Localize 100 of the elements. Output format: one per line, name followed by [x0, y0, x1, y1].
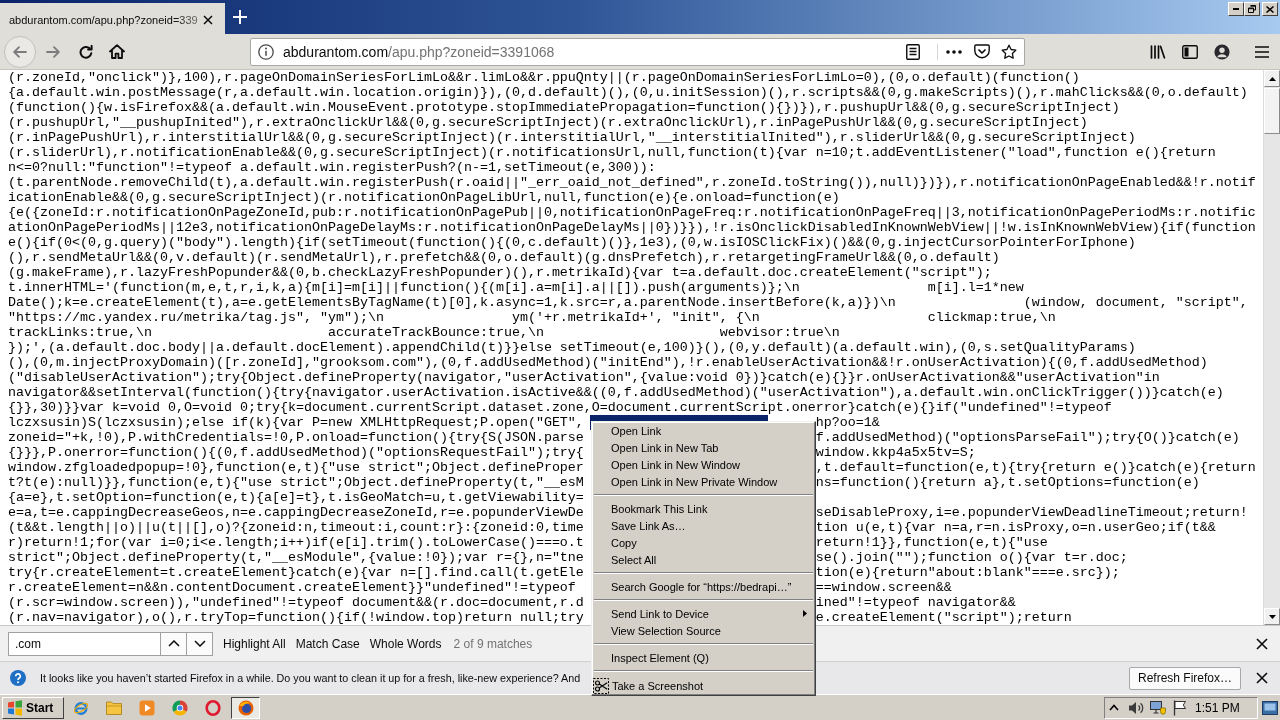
code-line: (r.zoneId,"onclick")},100),r.pageOnDomainSeriesForLimLo&&r.limLo&&r.ppuQnty||(r.pageOnDomainSeriesForLimLo=0),(0,o.default)(function() [8, 70, 1081, 85]
info-icon[interactable] [258, 43, 274, 60]
globe-icon [237, 699, 254, 716]
code-line: Date();k=e.createElement(t),a=e.getElementsByTagName(t)[0],k.async=1,k.src=r,a.parentNode.insertBefore(k,a)})\n (window, document, "script", [8, 295, 1249, 310]
url-text: abdurantom.com/apu.php?zoneid=3391068 [283, 43, 555, 60]
chevron-up-icon[interactable] [1109, 704, 1119, 711]
code-line: strict";Object.defineProperty(t,"__esModule",{value:!0});var r={},n="tne [8, 550, 584, 565]
scissors-icon [593, 677, 609, 694]
flag-icon[interactable] [1173, 699, 1187, 716]
menu-item[interactable]: Inspect Element (Q) [592, 649, 815, 666]
menu-item[interactable]: View Selection Source [592, 622, 815, 639]
code-line: (r.inPagePushUrl),r.interstitialUrl&&(0,g.secureScriptInject)(r.interstitialUrl,"__interstitialInited"),r.sliderUrl&&(0,g.secureScriptInject) [8, 130, 1137, 145]
code-line: seDisableProxy,i=e.popunderViewDeadlineTimeout;return! [815, 505, 1249, 520]
chevron-up-icon [167, 640, 180, 647]
code-line: (t&&t.length||o)||u(t||[],o)?{zoneid:n,timeout:i,count:r}:{zoneid:0,time [8, 520, 584, 535]
code-line: (r.sliderUrl),r.notificationEnable&&(0,g.secureScriptInject)(r.notificationsUrl,null,function(t){var n=10;t.addEventListener("load",function e(){return [8, 145, 1217, 160]
close-icon[interactable] [203, 14, 213, 25]
next-match-button[interactable] [187, 631, 213, 656]
close-icon [1266, 5, 1274, 13]
restore-icon [1248, 5, 1256, 13]
code-line: se().join("");function o(){var t=r.doc; [815, 550, 1129, 565]
monitor-icon[interactable] [1150, 700, 1166, 715]
code-line: ns=function(){return a},t.setOptions=function(e) [815, 475, 1201, 490]
four-pane-logo-icon [7, 699, 23, 716]
menu-item[interactable]: Search Google for “https://bedrapi…” [592, 578, 815, 595]
menu-item[interactable]: Open Link in New Private Window [592, 473, 815, 490]
taskbar-button[interactable] [231, 696, 260, 719]
menu-item[interactable]: Open Link in New Tab [592, 439, 815, 456]
chevron-shield-icon[interactable] [974, 44, 990, 59]
code-line: r.createElement=n&&n.contentDocument.createElement}}"undefined"!=typeof [8, 580, 577, 595]
code-line: ationOnPagePeriodMs||12e3,notificationOnPageDelayMs:r.notificationOnPageDelayMs||0})}}),!r.isOnclickDisabledInKnownWebView||!w.isInKnownWebView){if(function [8, 220, 1257, 235]
code-line: (r.nav=navigator),o(),r.tryTop=function(){if(!window.top)return null;try [8, 610, 584, 625]
refresh-button[interactable]: Refresh Firefox… [1128, 666, 1241, 690]
close-button[interactable] [1262, 2, 1278, 16]
browser-tab[interactable]: abdurantom.com/apu.php?zoneid=339 [0, 3, 225, 34]
restore-button[interactable] [1244, 2, 1260, 16]
reader-view-icon[interactable] [906, 43, 920, 60]
orbit-ring-icon[interactable] [72, 699, 89, 716]
code-line: e(){if(0<(0,g.query)("body").length){if(setTimeout(function(){(0,c.default)()},1e3),(0,w.isIOSClickFix)()&&(0,g.injectCursorPointerForIphone) [8, 235, 1137, 250]
menu-item[interactable]: Bookmark This Link [592, 500, 815, 517]
code-line: e=a,t=e.cappingDecreaseGeos,n=e.cappingDecreaseZoneId,r=e.popunderViewDe [8, 505, 584, 520]
menu-item[interactable]: Copy [592, 534, 815, 551]
menu-item[interactable]: Open Link [592, 422, 815, 439]
code-line: trackLinks:true,\n accurateTrackBounce:true,\n webvisor:true\n [8, 325, 841, 340]
ring-icon[interactable] [204, 699, 221, 716]
code-line: tion(e){return"about:blank"===e.src}); [815, 565, 1121, 580]
library-icon [1150, 44, 1166, 59]
code-line: ined"!=typeof navigator&& [815, 595, 1017, 610]
scroll-down-button[interactable] [1264, 608, 1280, 625]
code-line: ,t.default=function(e,t){try{return e()}catch(e){return [815, 460, 1257, 475]
account-icon [1214, 43, 1230, 60]
code-line: (),r.sendMetaUrl&&(0,v.default)(r.sendMetaUrl),r.prefetch&&(0,o.default)(g.dnsPrefetch),r.retargetingFrameUrl&&(0,o.default) [8, 250, 1001, 265]
scrollbar[interactable] [1263, 70, 1280, 625]
find-option-button[interactable]: Match Case [295, 633, 360, 654]
up-arrow-icon [1268, 76, 1276, 81]
close-icon[interactable] [1256, 672, 1268, 684]
find-option-button[interactable]: Highlight All [223, 633, 286, 654]
start-button[interactable]: Start [2, 696, 64, 719]
minimize-button[interactable] [1228, 2, 1244, 16]
code-line: {e({zoneId:r.notificationOnPageZoneId,pub:r.notificationOnPagePub||0,notificationOnPageFreq:r.notificationOnPageFreq||3,notificationOnPagePeriodMs:r.notific [8, 205, 1257, 220]
speaker-icon[interactable] [1128, 700, 1144, 715]
find-option-button[interactable]: Whole Words [369, 633, 442, 654]
scroll-up-button[interactable] [1264, 70, 1280, 87]
code-line: {}}},P.onerror=function(){(0,f.addUsedMethod)("optionsRequestFail");try{ [8, 445, 584, 460]
code-line: {a.default.win.postMessage(r,a.default.win.location.origin)}),(0,d.default)(),(0,u.initSession)(),r.scripts&&(0,g.makeScripts)(),r.mahClicks&&(0,o.default) [8, 85, 1249, 100]
plus-icon[interactable] [233, 10, 247, 24]
menu-item[interactable]: Save Link As… [592, 517, 815, 534]
code-line: f.addUsedMethod)("optionsParseFail");try{O()}catch(e) [815, 430, 1241, 445]
home-icon [109, 44, 125, 59]
code-line: n<=0?null:"function"!=typeof a.default.win.registerPush?(n-=1,setTimeout(e,300)): [8, 160, 657, 175]
code-line: ==window.screen&& [815, 580, 953, 595]
find-field[interactable]: .com [8, 631, 161, 656]
code-line: ("disableUserActivation");try{Object.defineProperty(navigator,"userActivation",{value:void 0})}catch(e){}}r.onUserActivation&&"userActivation"in [8, 370, 1161, 385]
code-line: r)return!1;for(var i=0;i<e.length;i++)if(e[i].trim().toLowerCase()===o.t [8, 535, 584, 550]
code-line: (function(){w.isFirefox&&(a.default.win.MouseEvent.prototype.stopImmediatePropagation=function(){})}),r.pushupUrl&&(0,g.secureScriptInject) [8, 100, 1121, 115]
segmented-circle-icon[interactable] [171, 699, 188, 716]
menu-item[interactable]: Select All [592, 551, 815, 568]
address-bar[interactable]: abdurantom.com/apu.php?zoneid=3391068 [250, 37, 1025, 66]
code-line: (),(0,m.injectProxyDomain)([r.zoneId],"grooksom.com"),(0,f.addUsedMethod)("initEnd"),!r.enableUserActivation&&!r.onUserActivation){(0,f.addUsedMethod) [8, 355, 1209, 370]
menu-item[interactable]: Send Link to Device [592, 605, 815, 622]
forward-arrow-icon [46, 45, 60, 58]
reload-icon [79, 44, 93, 59]
down-arrow-icon [1268, 614, 1276, 619]
code-line: e.createElement("script");return [815, 610, 1073, 625]
menu-item[interactable]: Open Link in New Window [592, 456, 815, 473]
scroll-thumb[interactable] [1264, 88, 1280, 134]
more-dots-icon[interactable] [946, 49, 962, 54]
code-line: "https://mc.yandex.ru/metrika/tag.js", "ym");\n ym('+r.metrikaId+', "init", {\n clickmap:true,\n [8, 310, 1057, 325]
menu-icon [1255, 45, 1269, 58]
desktop-icon[interactable] [1262, 700, 1278, 715]
menu-item[interactable]: Take a Screenshot [592, 676, 815, 695]
code-line: lczxsusin)S(lczxsusin);else if(k){var P=new XMLHttpRequest;P.open("GET", [8, 415, 584, 430]
code-line: t.innerHTML='(function(m,e,t,r,i,k,a){m[i]=m[i]||function(){(m[i].a=m[i].a||[]).push(arguments)};\n m[i].l=1*new [8, 280, 1025, 295]
previous-match-button[interactable] [161, 631, 187, 656]
star-icon[interactable] [1001, 43, 1017, 60]
code-line: tion u(e,t){var n=a,r=n.isProxy,o=n.userGeo;if(t&& [815, 520, 1217, 535]
close-icon[interactable] [1256, 637, 1268, 650]
sidebar-icon [1182, 44, 1198, 59]
code-line: (r.pushupUrl,"__pushupInited"),r.extraOnclickUrl&&(0,g.secureScriptInject)(r.extraOnclickUrl),r.inPagePushUrl&&(0,g.secureScriptInject) [8, 115, 1089, 130]
help-icon [10, 670, 26, 686]
